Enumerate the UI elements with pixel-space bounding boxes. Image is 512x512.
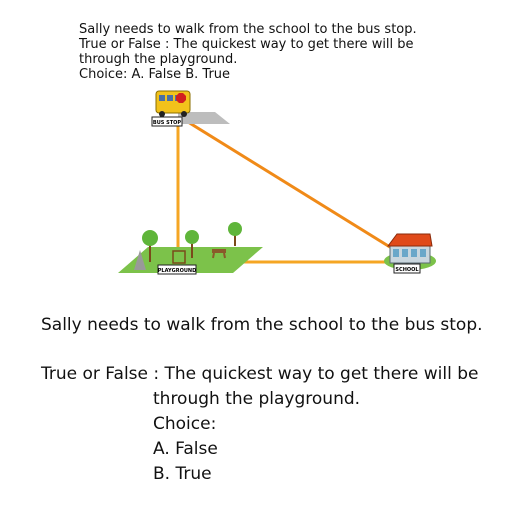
option-a[interactable]: A. False [153,437,218,462]
question-line-1: True or False : The quickest way to get … [41,364,479,384]
option-b[interactable]: B. True [153,462,212,487]
question-line-2: through the playground. [153,389,361,409]
path-busstop-school [187,120,399,254]
playground-icon [118,222,263,275]
question-intro: Sally needs to walk from the school to t… [41,315,483,335]
school-label: SCHOOL [395,267,419,273]
choice-label: Choice: [153,414,217,434]
bus-stop-label: BUS STOP [153,120,181,126]
playground-label: PLAYGROUND [158,268,196,274]
route-diagram: BUS STOP PLAYGROUND SCHOOL [118,90,436,275]
